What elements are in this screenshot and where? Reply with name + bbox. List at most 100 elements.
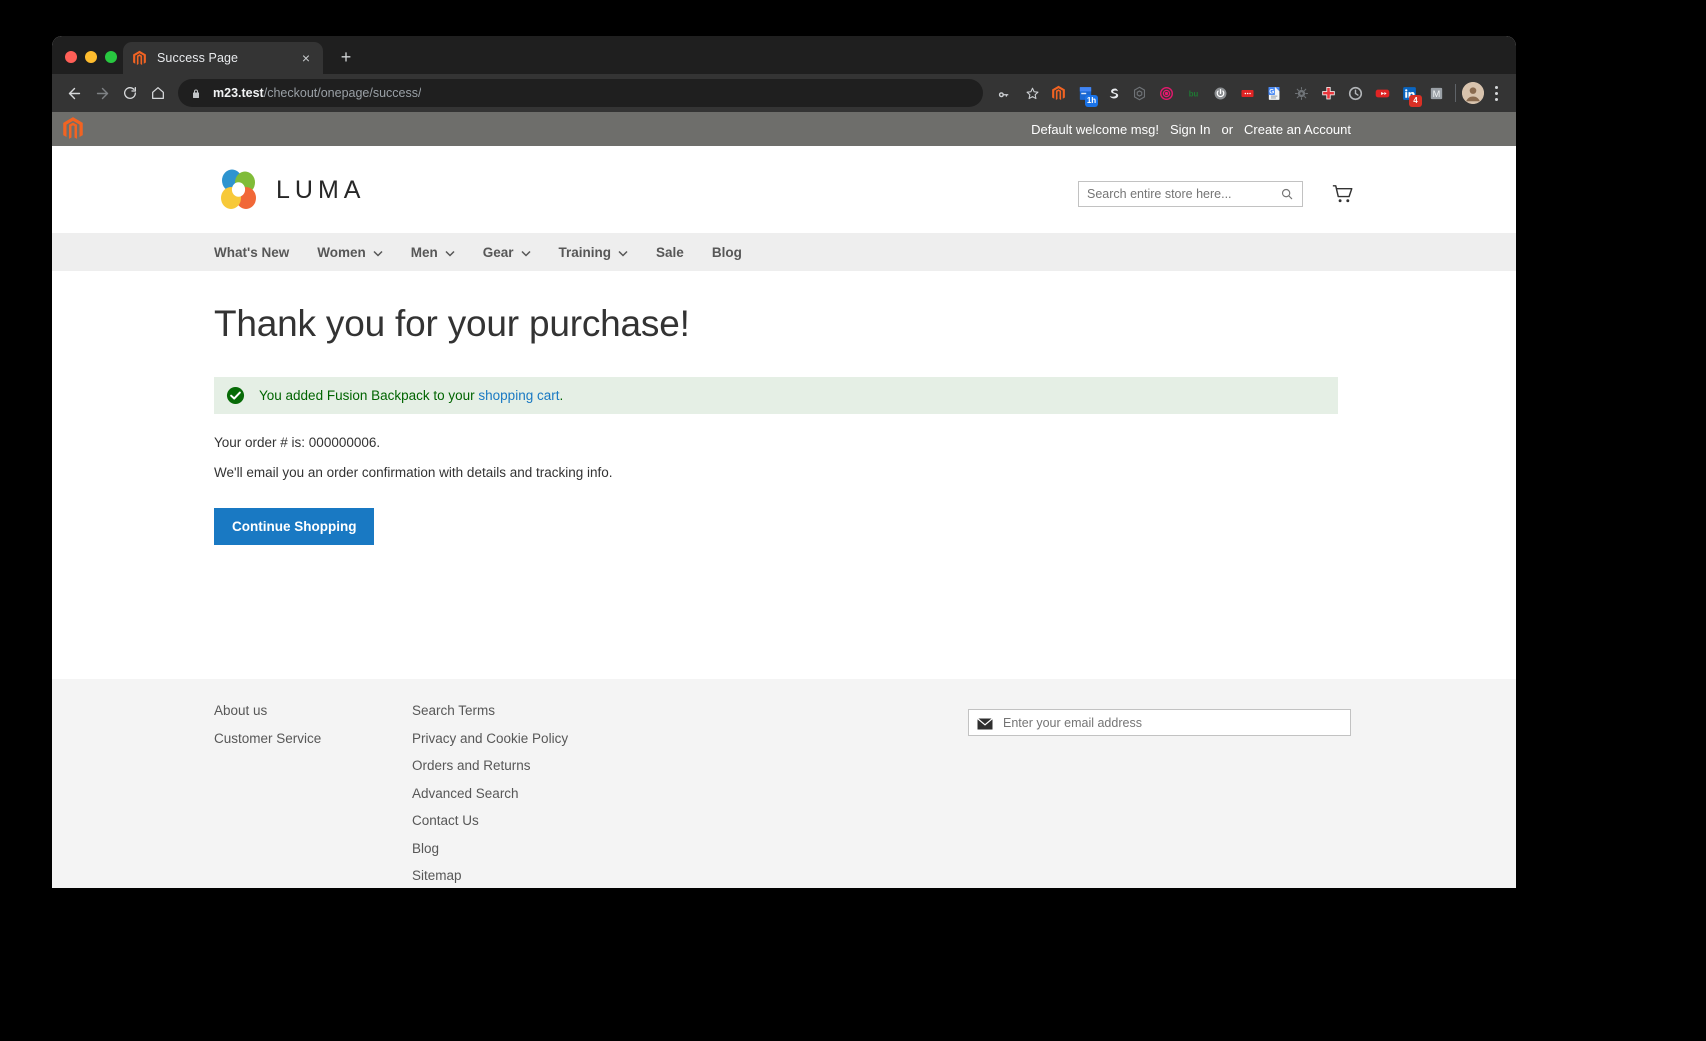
omnibox-actions [991,80,1045,106]
url-host: m23.test [213,86,264,100]
newsletter-email-input[interactable] [1003,715,1342,730]
browser-tab[interactable]: Success Page × [123,42,323,74]
chrome-menu-icon[interactable] [1484,80,1508,106]
main-navigation: What's New Women Men Gear Training Sale [52,233,1516,271]
nav-label: Gear [482,244,514,260]
nav-item-women[interactable]: Women [317,245,383,260]
linkedin-extension-icon[interactable]: 4 [1396,80,1422,107]
nav-label: Women [317,244,366,260]
extension-badge: 1h [1085,95,1098,107]
nav-label: Men [410,244,438,260]
nav-item-sale[interactable]: Sale [656,245,684,260]
bug-extension-icon[interactable] [1288,80,1314,106]
continue-shopping-button[interactable]: Continue Shopping [214,508,375,545]
footer-link-search-terms[interactable]: Search Terms [412,703,932,718]
footer-link-orders-returns[interactable]: Orders and Returns [412,758,932,773]
newsletter-signup[interactable] [968,709,1351,736]
close-tab-button[interactable]: × [297,49,315,67]
address-bar[interactable]: m23.test/checkout/onepage/success/ [178,79,983,107]
luma-logo-text: LUMA [276,175,366,204]
simplenote-extension-icon[interactable] [1099,80,1125,106]
footer-link-blog[interactable]: Blog [412,841,932,856]
close-window-button[interactable] [65,51,77,63]
chevron-down-icon [521,245,531,260]
minimize-window-button[interactable] [85,51,97,63]
welcome-message: Default welcome msg! [1031,121,1159,137]
order-number-line: Your order # is: 000000006. [214,435,381,450]
toolbar-divider [1455,84,1456,102]
forward-icon[interactable] [88,79,116,107]
site-footer: About us Customer Service Search Terms P… [52,679,1516,888]
luma-logo[interactable]: LUMA [214,167,365,213]
chevron-down-icon [445,245,455,260]
extensions-area: 1h bu G 4 M [1045,80,1449,107]
email-confirmation-line: We'll email you an order confirmation wi… [214,465,613,480]
footer-link-contact-us[interactable]: Contact Us [412,813,932,828]
success-message-text: You added Fusion Backpack to your shoppi… [259,388,563,403]
youtube-extension-icon[interactable] [1369,80,1395,106]
target-extension-icon[interactable] [1153,80,1179,106]
search-input[interactable] [1087,187,1280,201]
welcome-panel: Default welcome msg! Sign In or Create a… [52,112,1516,146]
nav-item-men[interactable]: Men [411,245,455,260]
create-account-link[interactable]: Create an Account [1244,122,1351,137]
nav-label: Blog [711,244,742,260]
back-icon[interactable] [60,79,88,107]
chevron-down-icon [618,245,628,260]
store-header: LUMA [52,146,1516,233]
page-title: Thank you for your purchase! [214,303,690,344]
nav-label: Training [558,244,612,260]
browser-toolbar: m23.test/checkout/onepage/success/ 1h bu… [52,74,1516,112]
footer-link-about-us[interactable]: About us [214,703,412,718]
bookmark-star-icon[interactable] [1019,80,1045,106]
power-extension-icon[interactable] [1207,80,1233,106]
svg-text:bu: bu [1188,89,1198,98]
tab-strip: Success Page × + [52,36,1516,74]
footer-link-advanced-search[interactable]: Advanced Search [412,786,932,801]
nav-item-training[interactable]: Training [559,245,629,260]
magento-icon [131,50,148,67]
m-extension-icon[interactable]: M [1423,80,1449,106]
footer-link-sitemap[interactable]: Sitemap [412,868,932,883]
page-viewport: Default welcome msg! Sign In or Create a… [52,112,1516,888]
lock-icon [190,87,203,100]
home-icon[interactable] [144,79,172,107]
nav-item-gear[interactable]: Gear [483,245,531,260]
footer-link-privacy-policy[interactable]: Privacy and Cookie Policy [412,731,932,746]
tab-title: Success Page [157,51,239,65]
nav-item-whats-new[interactable]: What's New [214,245,289,260]
footer-column-1: About us Customer Service [214,703,412,888]
url-path: /checkout/onepage/success/ [263,86,422,100]
sign-in-link[interactable]: Sign In [1170,122,1210,137]
footer-link-customer-service[interactable]: Customer Service [214,731,412,746]
google-docs-extension-icon[interactable]: G [1261,80,1287,106]
browser-window: Success Page × + m23.test/checkout/onepa… [52,36,1516,888]
check-circle-icon [226,386,245,405]
bu-extension-icon[interactable]: bu [1180,80,1206,106]
reload-icon[interactable] [116,79,144,107]
clock-extension-icon[interactable] [1342,80,1368,106]
profile-avatar[interactable] [1462,82,1484,104]
search-icon[interactable] [1280,187,1294,201]
nav-item-blog[interactable]: Blog [712,245,742,260]
password-key-icon[interactable] [991,80,1017,106]
window-controls[interactable] [65,51,117,63]
svg-text:G: G [1269,88,1274,95]
main-content: Thank you for your purchase! You added F… [52,271,1516,545]
bookmark-manager-extension-icon[interactable]: 1h [1072,80,1098,107]
chevron-down-icon [373,245,383,260]
shopping-cart-link[interactable]: shopping cart [478,388,559,403]
search-box[interactable] [1078,181,1303,207]
hexagon-extension-icon[interactable] [1126,80,1152,106]
panel-links: Default welcome msg! Sign In or Create a… [1031,122,1351,137]
shopping-cart-icon[interactable] [1329,180,1356,207]
new-tab-button[interactable]: + [335,47,357,69]
nav-label: Sale [656,244,684,260]
maximize-window-button[interactable] [105,51,117,63]
ellipsis-extension-icon[interactable] [1234,80,1260,106]
svg-text:M: M [1432,89,1440,99]
magento-extension-icon[interactable] [1045,80,1071,106]
success-message: You added Fusion Backpack to your shoppi… [214,377,1338,414]
medical-cross-extension-icon[interactable] [1315,80,1341,106]
luma-logo-mark-icon [214,167,262,213]
